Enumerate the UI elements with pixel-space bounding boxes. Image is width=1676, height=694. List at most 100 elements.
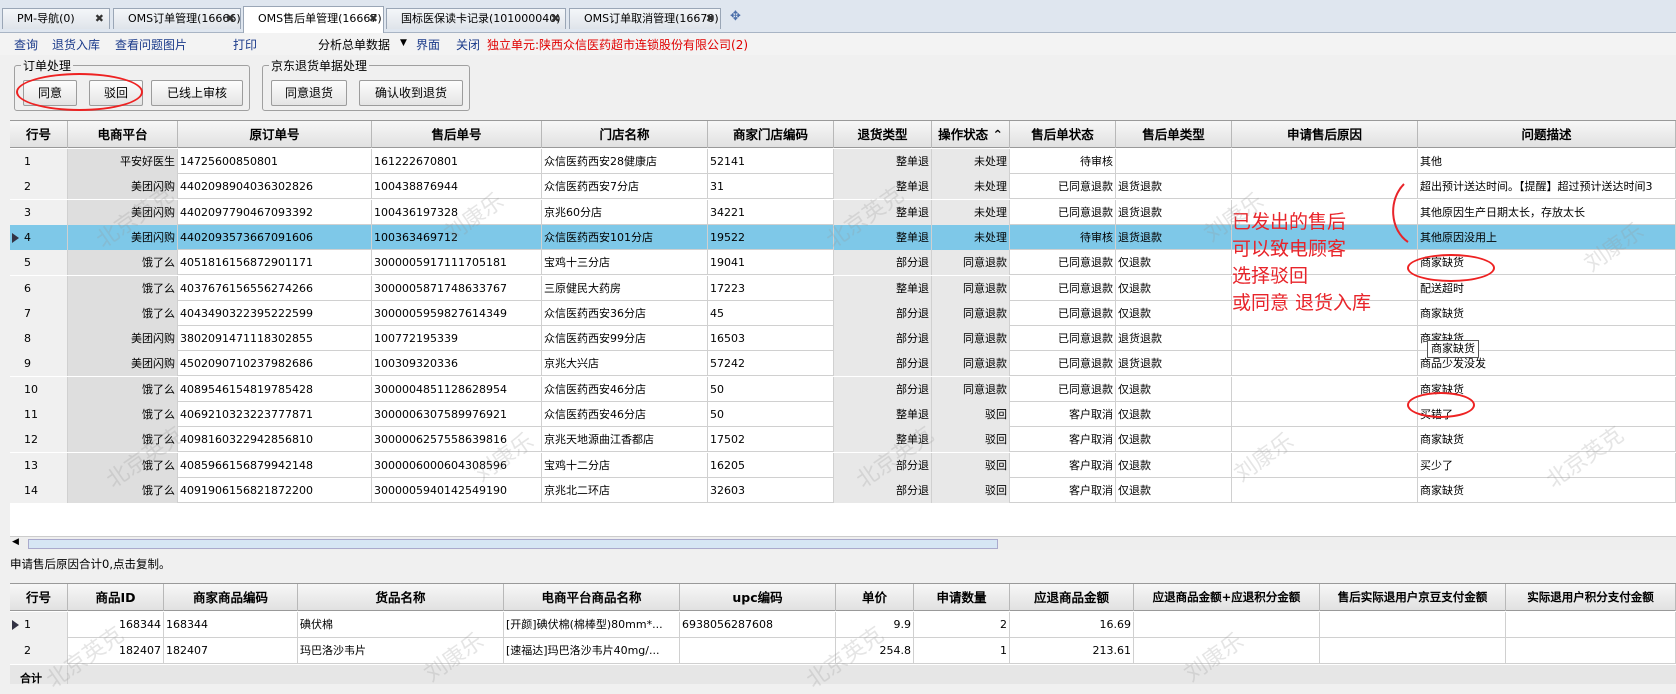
cell-store-code[interactable]: 52141 xyxy=(708,149,834,174)
cell-op-status[interactable]: 同意退款 xyxy=(932,275,1010,301)
cell-apply-reason[interactable] xyxy=(1232,149,1418,174)
cell-qty[interactable]: 1 xyxy=(914,638,1010,664)
cell-product-id[interactable]: 182407 xyxy=(68,638,164,664)
cell-store-name[interactable]: 宝鸡十三分店 xyxy=(542,250,708,276)
cell-aftersale-status[interactable]: 待审核 xyxy=(1010,149,1116,174)
cell-store-code[interactable]: 17223 xyxy=(708,275,834,301)
cell-aftersale-type[interactable]: 仅退款 xyxy=(1116,402,1232,427)
col-header[interactable]: 申请数量 xyxy=(914,584,1010,611)
cell-store-name[interactable]: 众信医药西安101分店 xyxy=(542,224,708,250)
scroll-left-icon[interactable]: ◀ xyxy=(12,537,19,547)
cell-aftersale-status[interactable]: 客户取消 xyxy=(1010,427,1116,453)
cell-aftersale-status[interactable]: 已同意退款 xyxy=(1010,326,1116,352)
cell-aftersale-status[interactable]: 已同意退款 xyxy=(1010,300,1116,326)
cell-product-id[interactable]: 168344 xyxy=(68,612,164,638)
cell-original-order-no[interactable]: 4091906156821872200 xyxy=(178,477,372,503)
add-tab-icon[interactable]: ✥ xyxy=(730,9,741,24)
cell-original-order-no[interactable]: 4098160322942856810 xyxy=(178,427,372,453)
confirm-received-button[interactable]: 确认收到退货 xyxy=(359,80,463,106)
col-header[interactable]: upc编码 xyxy=(680,584,836,611)
close-icon[interactable]: ✖ xyxy=(706,9,715,28)
cell-return-type[interactable]: 整单退 xyxy=(834,199,932,225)
cell-platform[interactable]: 饿了么 xyxy=(68,402,178,427)
cell-store-name[interactable]: 京兆60分店 xyxy=(542,199,708,225)
cell-aftersale-type[interactable]: 退货退款 xyxy=(1116,224,1232,250)
cell-store-code[interactable]: 31 xyxy=(708,174,834,200)
cell-row-number[interactable]: 12 xyxy=(10,427,68,453)
cell-problem-desc[interactable]: 其他 xyxy=(1418,149,1676,174)
cell-unit-price[interactable]: 9.9 xyxy=(836,612,914,638)
cell-op-status[interactable]: 驳回 xyxy=(932,477,1010,503)
cell-store-name[interactable]: 众信医药西安99分店 xyxy=(542,326,708,352)
cell-refund-amount[interactable]: 16.69 xyxy=(1010,612,1134,638)
cell-aftersale-status[interactable]: 已同意退款 xyxy=(1010,376,1116,402)
cell-problem-desc[interactable]: 商家缺货 xyxy=(1418,477,1676,503)
cell-aftersale-no[interactable]: 100363469712 xyxy=(372,224,542,250)
cell-aftersale-type[interactable]: 退货退款 xyxy=(1116,199,1232,225)
cell-aftersale-status[interactable]: 已同意退款 xyxy=(1010,275,1116,301)
cell-refund-amount[interactable]: 213.61 xyxy=(1010,638,1134,664)
cell-platform[interactable]: 美团闪购 xyxy=(68,174,178,200)
cell-op-status[interactable]: 驳回 xyxy=(932,402,1010,427)
cell-platform[interactable]: 美团闪购 xyxy=(68,351,178,377)
cell-problem-desc[interactable]: 其他原因没用上 xyxy=(1418,224,1676,250)
cell-op-status[interactable]: 同意退款 xyxy=(932,351,1010,377)
scrollbar-thumb[interactable] xyxy=(28,539,998,549)
menu-return-stock[interactable]: 退货入库 xyxy=(52,36,100,53)
col-header[interactable]: 售后单状态 xyxy=(1010,121,1116,148)
cell-points-refund[interactable] xyxy=(1506,612,1676,638)
cell-original-order-no[interactable]: 4037676156556274266 xyxy=(178,275,372,301)
cell-op-status[interactable]: 未处理 xyxy=(932,199,1010,225)
cell-original-order-no[interactable]: 4051816156872901171 xyxy=(178,250,372,276)
cell-op-status[interactable]: 未处理 xyxy=(932,149,1010,174)
cell-return-type[interactable]: 部分退 xyxy=(834,351,932,377)
cell-row-number[interactable]: 5 xyxy=(10,250,68,276)
table-row[interactable]: 13 饿了么 4085966156879942148 3000006000604308… xyxy=(10,452,1676,478)
cell-aftersale-no[interactable]: 100772195339 xyxy=(372,326,542,352)
cell-row-number[interactable]: 7 xyxy=(10,300,68,326)
close-icon[interactable]: ✖ xyxy=(551,9,560,28)
dropdown-icon[interactable]: ▼ xyxy=(400,38,407,48)
cell-aftersale-type[interactable]: 仅退款 xyxy=(1116,427,1232,453)
cell-apply-reason[interactable] xyxy=(1232,452,1418,478)
cell-platform[interactable]: 饿了么 xyxy=(68,376,178,402)
cell-store-name[interactable]: 京兆大兴店 xyxy=(542,351,708,377)
cell-aftersale-no[interactable]: 3000005871748633767 xyxy=(372,275,542,301)
cell-problem-desc[interactable]: 买少了 xyxy=(1418,452,1676,478)
col-header[interactable]: 申请售后原因 xyxy=(1232,121,1418,148)
col-header[interactable]: 售后单号 xyxy=(372,121,542,148)
cell-platform[interactable]: 饿了么 xyxy=(68,300,178,326)
cell-goods-name[interactable]: 玛巴洛沙韦片 xyxy=(298,638,504,664)
cell-aftersale-status[interactable]: 客户取消 xyxy=(1010,477,1116,503)
cell-return-type[interactable]: 整单退 xyxy=(834,224,932,250)
col-header[interactable]: 门店名称 xyxy=(542,121,708,148)
table-row[interactable]: 3 美团闪购 4402097790467093392 100436197328 京兆60… xyxy=(10,199,1676,225)
menu-close[interactable]: 关闭 xyxy=(456,36,480,53)
close-icon[interactable]: ✖ xyxy=(226,9,235,28)
col-header[interactable]: 商品ID xyxy=(68,584,164,611)
cell-unit-price[interactable]: 254.8 xyxy=(836,638,914,664)
cell-return-type[interactable]: 整单退 xyxy=(834,174,932,200)
cell-op-status[interactable]: 未处理 xyxy=(932,174,1010,200)
cell-apply-reason[interactable] xyxy=(1232,402,1418,427)
close-icon[interactable]: ✖ xyxy=(95,9,104,28)
cell-row-number[interactable]: 1 xyxy=(10,149,68,174)
cell-row-number[interactable]: 11 xyxy=(10,402,68,427)
cell-op-status[interactable]: 同意退款 xyxy=(932,250,1010,276)
cell-original-order-no[interactable]: 4089546154819785428 xyxy=(178,376,372,402)
cell-op-status[interactable]: 同意退款 xyxy=(932,376,1010,402)
cell-store-code[interactable]: 50 xyxy=(708,402,834,427)
cell-apply-reason[interactable] xyxy=(1232,326,1418,352)
tab-pm-nav[interactable]: PM-导航(0) ✖ xyxy=(2,8,110,29)
cell-store-name[interactable]: 三原健民大药房 xyxy=(542,275,708,301)
cell-original-order-no[interactable]: 4069210323223777871 xyxy=(178,402,372,427)
cell-jd-bean-refund[interactable] xyxy=(1320,612,1506,638)
cell-platform[interactable]: 美团闪购 xyxy=(68,326,178,352)
cell-aftersale-no[interactable]: 3000005959827614349 xyxy=(372,300,542,326)
cell-refund-plus-points[interactable] xyxy=(1134,612,1320,638)
cell-store-code[interactable]: 57242 xyxy=(708,351,834,377)
cell-platform[interactable]: 饿了么 xyxy=(68,477,178,503)
cell-aftersale-type[interactable]: 仅退款 xyxy=(1116,250,1232,276)
cell-apply-reason[interactable] xyxy=(1232,376,1418,402)
menu-query[interactable]: 查询 xyxy=(14,36,38,53)
